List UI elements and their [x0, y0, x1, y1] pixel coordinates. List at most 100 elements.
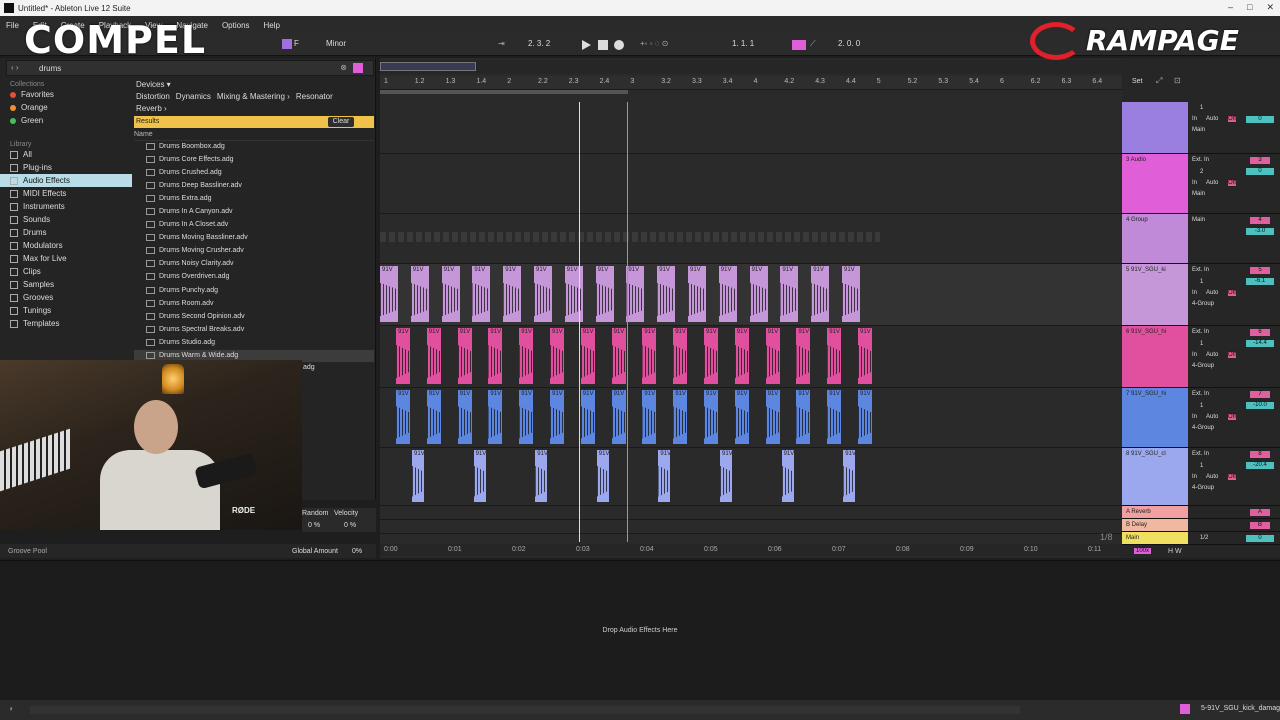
audio-clip[interactable]: 91V: [550, 328, 564, 384]
library-item-max-for-live[interactable]: Max for Live: [0, 252, 132, 265]
audio-clip[interactable]: 91V: [704, 390, 718, 444]
audio-clip[interactable]: 91V: [781, 450, 794, 502]
filter-chip[interactable]: Reverb ›: [136, 104, 167, 113]
file-list-item[interactable]: Drums Core Effects.adg: [134, 153, 374, 167]
file-list-item[interactable]: Drums Room.adv: [134, 297, 374, 311]
monitor-off[interactable]: Off: [1228, 474, 1236, 480]
filter-chip[interactable]: Mixing & Mastering ›: [217, 92, 290, 101]
audio-clip[interactable]: 91V: [642, 390, 657, 444]
audio-clip[interactable]: 91V: [519, 390, 534, 444]
arrangement-track[interactable]: [380, 506, 1122, 520]
audio-clip[interactable]: 91V: [426, 390, 441, 444]
collection-green[interactable]: Green: [0, 114, 132, 127]
file-list-item[interactable]: Drums Punchy.adg: [134, 284, 374, 298]
track-header[interactable]: 5 91V_SGU_ki: [1122, 264, 1188, 325]
volume-value[interactable]: -14.4: [1246, 340, 1274, 347]
audio-clip[interactable]: 91V: [457, 390, 472, 444]
monitor-off[interactable]: Off: [1228, 116, 1236, 122]
input-channel-select[interactable]: 1: [1200, 463, 1203, 469]
input-channel-select[interactable]: 1: [1200, 403, 1203, 409]
output-route-select[interactable]: 4-Group: [1192, 425, 1214, 431]
punch-icon[interactable]: ⟋: [810, 39, 816, 49]
file-list-item[interactable]: Drums Crushed.adg: [134, 166, 374, 180]
library-item-samples[interactable]: Samples: [0, 278, 132, 291]
library-item-midi-effects[interactable]: MIDI Effects: [0, 187, 132, 200]
audio-clip[interactable]: 91V: [534, 266, 552, 322]
mixer-track[interactable]: 7 91V_SGU_hi Ext. In 1 In Auto Off 4-Group 7 -10…: [1122, 388, 1280, 448]
menu-help[interactable]: Help: [264, 21, 280, 30]
audio-clip[interactable]: 91V: [626, 266, 645, 322]
audio-clip[interactable]: 91V: [473, 450, 486, 502]
library-item-drums[interactable]: Drums: [0, 226, 132, 239]
output-route-select[interactable]: Main: [1192, 217, 1205, 223]
volume-value[interactable]: -10.0: [1246, 402, 1274, 409]
file-list-item[interactable]: Drums In A Closet.adv: [134, 219, 374, 232]
file-list-item[interactable]: Drums Deep Bassliner.adv: [134, 179, 374, 193]
audio-clip[interactable]: 91V: [718, 266, 737, 322]
audio-clip[interactable]: 91V: [657, 266, 676, 322]
output-route-select[interactable]: 1/2: [1200, 535, 1208, 541]
monitor-in[interactable]: In: [1192, 474, 1197, 480]
track-number[interactable]: 3: [1250, 157, 1270, 164]
arrangement-track[interactable]: 91V 91V 91V 91V 91V 91V 91V 91V 91V 91V 91V 91V 91V 9…: [380, 388, 1122, 448]
collection-favorites[interactable]: Favorites: [0, 88, 132, 101]
file-list-item[interactable]: Drums Overdriven.adg: [134, 271, 374, 285]
file-list-item[interactable]: Drums Noisy Clarity.adv: [134, 258, 374, 271]
follow-icon[interactable]: ⇥: [498, 39, 505, 48]
library-item-templates[interactable]: Templates: [0, 317, 132, 330]
overdub-icon[interactable]: +◦ ◦ ◌ ⊙: [640, 39, 668, 48]
input-type-select[interactable]: Ext. In: [1192, 329, 1209, 335]
output-route-select[interactable]: Main: [1192, 191, 1205, 197]
audio-clip[interactable]: 91V: [858, 390, 872, 444]
input-channel-select[interactable]: 1: [1200, 105, 1203, 111]
input-type-select[interactable]: Ext. In: [1192, 157, 1209, 163]
audio-clip[interactable]: 91V: [410, 266, 429, 322]
return-track[interactable]: B Delay B: [1122, 519, 1280, 532]
audio-clip[interactable]: 91V: [457, 328, 472, 384]
lock-icon[interactable]: ⊡: [1174, 76, 1181, 85]
expand-icon[interactable]: ⤢: [1156, 76, 1162, 86]
track-header[interactable]: 8 91V_SGU_cl: [1122, 448, 1188, 505]
audio-clip[interactable]: 91V: [596, 450, 609, 502]
library-item-sounds[interactable]: Sounds: [0, 213, 132, 226]
arrangement-track[interactable]: 91V 91V 91V 91V 91V 91V 91V 91V: [380, 448, 1122, 506]
audio-clip[interactable]: 91V: [396, 328, 410, 384]
monitor-auto[interactable]: Auto: [1206, 116, 1218, 122]
volume-value[interactable]: 0: [1246, 535, 1274, 542]
volume-value[interactable]: -6.1: [1246, 278, 1274, 285]
audio-clip[interactable]: 91V: [858, 328, 872, 384]
main-track[interactable]: Main 1/2 0: [1122, 532, 1280, 545]
file-list-item[interactable]: Drums Moving Crusher.adv: [134, 245, 374, 258]
filter-chip[interactable]: Resonator: [296, 92, 333, 101]
track-header[interactable]: 3 Audio: [1122, 154, 1188, 213]
monitor-off[interactable]: Off: [1228, 414, 1236, 420]
scale-toggle[interactable]: [282, 39, 292, 49]
monitor-auto[interactable]: Auto: [1206, 180, 1218, 186]
arrangement-track[interactable]: 91V 91V 91V 91V 91V 91V 91V 91V 91V 91V 91V 91V 91V 9…: [380, 326, 1122, 388]
audio-clip[interactable]: 91V: [688, 266, 706, 322]
mixer-track[interactable]: 6 91V_SGU_hi Ext. In 1 In Auto Off 4-Group 6 -14…: [1122, 326, 1280, 388]
collection-orange[interactable]: Orange: [0, 101, 132, 114]
track-header[interactable]: 7 91V_SGU_hi: [1122, 388, 1188, 447]
output-route-select[interactable]: 4-Group: [1192, 363, 1214, 369]
library-item-all[interactable]: All: [0, 148, 132, 161]
track-number[interactable]: B: [1250, 522, 1270, 529]
library-item-plug-ins[interactable]: Plug-ins: [0, 161, 132, 174]
status-icon[interactable]: ◑: [8, 704, 13, 713]
track-header[interactable]: 6 91V_SGU_hi: [1122, 326, 1188, 387]
search-input[interactable]: ‹ › drums ⊗: [6, 60, 374, 76]
monitor-in[interactable]: In: [1192, 414, 1197, 420]
hw-icon[interactable]: H W: [1168, 548, 1182, 555]
file-list-item[interactable]: Drums Boombox.adg: [134, 140, 374, 154]
menu-options[interactable]: Options: [222, 21, 250, 30]
device-view[interactable]: Drop Audio Effects Here: [0, 560, 1280, 700]
audio-clip[interactable]: 91V: [396, 390, 410, 444]
key-select[interactable]: F: [294, 39, 299, 48]
track-number[interactable]: 8: [1250, 451, 1270, 458]
audio-clip[interactable]: 91V: [811, 266, 830, 322]
monitor-auto[interactable]: Auto: [1206, 474, 1218, 480]
overview-window[interactable]: [380, 62, 476, 71]
file-list-item[interactable]: Drums Studio.adg: [134, 336, 374, 350]
mixer-track[interactable]: 8 91V_SGU_cl Ext. In 1 In Auto Off 4-Group 8 -20…: [1122, 448, 1280, 506]
groove-pool-label[interactable]: Groove Pool: [8, 548, 47, 555]
